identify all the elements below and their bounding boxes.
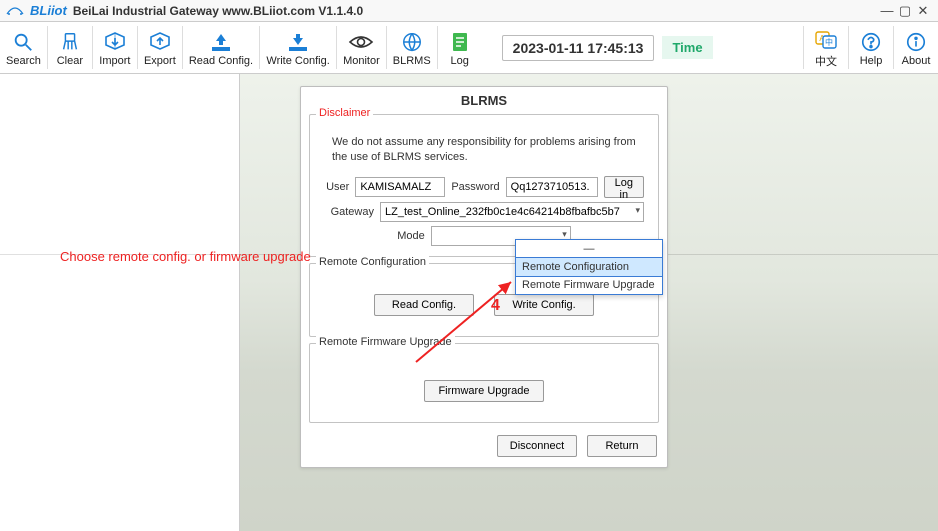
eye-icon — [348, 29, 374, 55]
about-button[interactable]: About — [894, 22, 938, 73]
remote-firmware-group: Remote Firmware Upgrade Firmware Upgrade — [309, 343, 659, 423]
help-button[interactable]: Help — [849, 22, 893, 73]
brand-text: BLiiot — [30, 3, 67, 18]
mode-option-dash[interactable]: — — [516, 240, 662, 258]
export-button[interactable]: Export — [138, 22, 182, 73]
time-button[interactable]: Time — [662, 36, 712, 59]
search-icon — [12, 29, 34, 55]
maximize-button[interactable]: ▢ — [896, 2, 914, 20]
download-icon — [285, 29, 311, 55]
title-bar: BLiiot BeiLai Industrial Gateway www.BLi… — [0, 0, 938, 22]
mode-dropdown[interactable]: — Remote Configuration Remote Firmware U… — [515, 239, 663, 295]
user-label: User — [324, 181, 349, 193]
read-config-button[interactable]: Read Config. — [183, 22, 259, 73]
gateway-select[interactable] — [380, 202, 644, 222]
return-button[interactable]: Return — [587, 435, 657, 457]
export-icon — [148, 29, 172, 55]
content-area: Choose remote config. or firmware upgrad… — [0, 74, 938, 531]
clear-button[interactable]: Clear — [48, 22, 92, 73]
svg-text:中: 中 — [825, 37, 833, 47]
main-panel: Choose remote config. or firmware upgrad… — [240, 74, 938, 531]
import-icon — [103, 29, 127, 55]
remote-config-legend: Remote Configuration — [316, 256, 429, 268]
import-button[interactable]: Import — [93, 22, 137, 73]
search-button[interactable]: Search — [0, 22, 47, 73]
language-button[interactable]: A中 中文 — [804, 22, 848, 73]
app-logo — [6, 5, 24, 17]
dialog-read-config-button[interactable]: Read Config. — [374, 294, 474, 316]
main-toolbar: Search Clear Import Export Read Config. … — [0, 22, 938, 74]
disclaimer-group: Disclaimer We do not assume any responsi… — [309, 114, 659, 257]
mode-option-remote-config[interactable]: Remote Configuration — [515, 257, 663, 277]
blrms-button[interactable]: BLRMS — [387, 22, 437, 73]
password-input[interactable] — [506, 177, 598, 197]
log-icon — [450, 29, 470, 55]
help-icon — [860, 29, 882, 55]
timestamp-display: 2023-01-11 17:45:13 — [502, 35, 655, 61]
brush-icon — [59, 29, 81, 55]
password-label: Password — [451, 181, 499, 193]
disconnect-button[interactable]: Disconnect — [497, 435, 577, 457]
mode-label: Mode — [397, 230, 425, 242]
info-icon — [905, 29, 927, 55]
firmware-upgrade-button[interactable]: Firmware Upgrade — [424, 380, 544, 402]
login-button[interactable]: Log in — [604, 176, 644, 198]
write-config-button[interactable]: Write Config. — [260, 22, 336, 73]
dialog-write-config-button[interactable]: Write Config. — [494, 294, 594, 316]
gateway-label: Gateway — [324, 206, 374, 218]
disclaimer-legend: Disclaimer — [316, 107, 373, 119]
monitor-button[interactable]: Monitor — [337, 22, 386, 73]
left-tree-panel[interactable] — [0, 74, 240, 531]
remote-firmware-legend: Remote Firmware Upgrade — [316, 336, 455, 348]
blrms-dialog: BLRMS Disclaimer We do not assume any re… — [300, 86, 668, 468]
upload-icon — [208, 29, 234, 55]
disclaimer-text: We do not assume any responsibility for … — [318, 133, 650, 172]
globe-icon — [401, 29, 423, 55]
user-input[interactable] — [355, 177, 445, 197]
window-title: BeiLai Industrial Gateway www.BLiiot.com… — [73, 4, 363, 18]
log-button[interactable]: Log — [438, 22, 482, 73]
translate-icon: A中 — [814, 27, 838, 53]
close-button[interactable]: ✕ — [914, 2, 932, 20]
mode-option-firmware-upgrade[interactable]: Remote Firmware Upgrade — [516, 276, 662, 294]
minimize-button[interactable]: — — [878, 2, 896, 20]
